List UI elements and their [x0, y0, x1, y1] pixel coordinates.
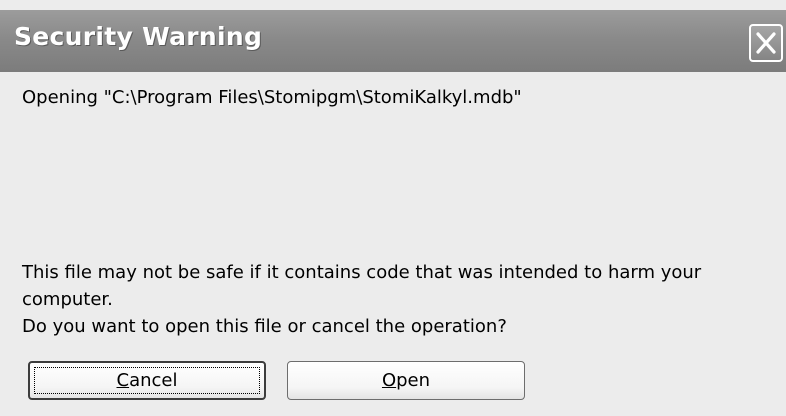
cancel-button[interactable]: Cancel [28, 361, 266, 400]
question-text: Do you want to open this file or cancel … [22, 316, 507, 337]
warning-text-line-2: computer. [22, 289, 113, 310]
warning-text-line-1: This file may not be safe if it contains… [22, 262, 702, 283]
cancel-label-rest: ancel [129, 370, 178, 391]
open-button-label: Open [382, 370, 430, 391]
opening-file-path: Opening "C:\Program Files\Stomipgm\Stomi… [22, 87, 522, 108]
cancel-button-label: Cancel [117, 370, 178, 391]
title-bar[interactable]: Security Warning [0, 10, 786, 72]
open-label-rest: pen [396, 370, 431, 391]
close-button[interactable] [749, 24, 783, 62]
open-accelerator-key: O [381, 370, 397, 391]
dialog-title: Security Warning [14, 22, 263, 51]
open-button[interactable]: Open [287, 361, 525, 400]
close-icon [756, 32, 776, 54]
security-warning-dialog: Security Warning Opening "C:\Program Fil… [0, 0, 786, 416]
cancel-accelerator-key: C [116, 370, 130, 391]
